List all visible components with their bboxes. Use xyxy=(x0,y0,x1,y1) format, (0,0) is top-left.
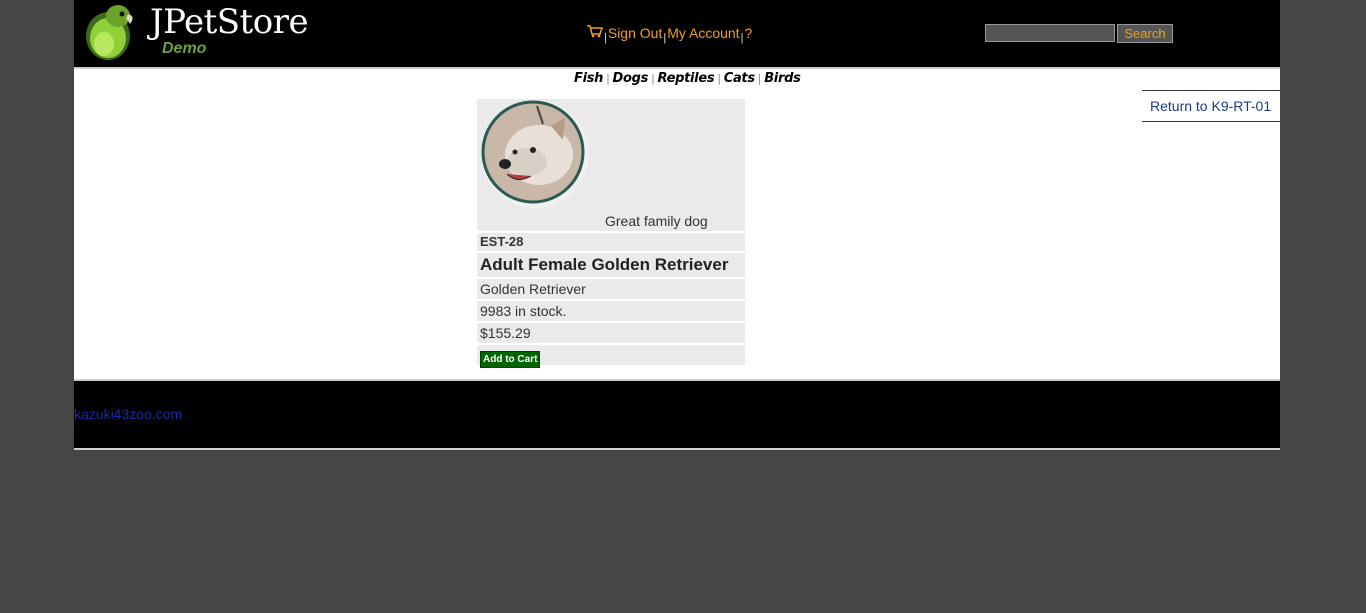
quicklink-cats[interactable]: Cats xyxy=(724,71,755,86)
menu-separator: | xyxy=(663,32,667,44)
item-stock: 9983 in stock. xyxy=(477,301,745,321)
item-product: Golden Retriever xyxy=(477,279,745,299)
dog-photo xyxy=(481,100,589,208)
main-content: Fish | Dogs | Reptiles | Cats | Birds Return to … xyxy=(74,69,1280,381)
header: JPetStore Demo |Sign Out|My Account|? Se… xyxy=(74,0,1280,69)
parrot-logo-icon xyxy=(86,5,133,60)
quicklinks-bar: Fish | Dogs | Reptiles | Cats | Birds xyxy=(574,71,801,86)
quicklink-separator: | xyxy=(757,72,762,85)
footer-text: kazuki43zoo.com xyxy=(74,406,183,422)
item-image-row: Great family dog xyxy=(477,99,745,231)
return-link[interactable]: Return to K9-RT-01 xyxy=(1142,91,1280,114)
search-button[interactable]: Search xyxy=(1117,24,1173,43)
item-image-description: Great family dog xyxy=(605,213,708,229)
quicklink-separator: | xyxy=(606,72,610,85)
quicklink-separator: | xyxy=(651,72,655,85)
page-wrapper: JPetStore Demo |Sign Out|My Account|? Se… xyxy=(74,0,1280,450)
menu-separator: | xyxy=(740,32,744,44)
item-price: $155.29 xyxy=(477,323,745,343)
item-detail-table: Great family dog EST-28 Adult Female Gol… xyxy=(477,99,745,368)
footer: kazuki43zoo.com xyxy=(74,381,1280,450)
quicklink-separator: | xyxy=(717,72,721,85)
return-link-box[interactable]: Return to K9-RT-01 xyxy=(1142,90,1280,122)
help-link[interactable]: ? xyxy=(744,25,752,41)
quicklink-fish[interactable]: Fish xyxy=(574,71,603,86)
logo-subtitle: Demo xyxy=(162,40,207,57)
logo[interactable]: JPetStore Demo xyxy=(82,2,309,62)
logo-title: JPetStore xyxy=(150,2,309,42)
quicklink-dogs[interactable]: Dogs xyxy=(613,71,649,86)
quicklink-birds[interactable]: Birds xyxy=(764,71,801,86)
add-to-cart-button[interactable]: Add to Cart xyxy=(480,351,541,368)
header-menu: |Sign Out|My Account|? xyxy=(587,25,752,44)
quicklink-reptiles[interactable]: Reptiles xyxy=(658,71,715,86)
search-input[interactable] xyxy=(985,24,1115,42)
sign-out-link[interactable]: Sign Out xyxy=(608,25,662,41)
item-name: Adult Female Golden Retriever xyxy=(477,253,745,277)
menu-separator: | xyxy=(604,32,607,44)
cart-icon[interactable] xyxy=(587,25,604,41)
add-to-cart-row: Add to Cart xyxy=(477,345,745,368)
item-id: EST-28 xyxy=(477,233,745,251)
my-account-link[interactable]: My Account xyxy=(667,25,739,41)
